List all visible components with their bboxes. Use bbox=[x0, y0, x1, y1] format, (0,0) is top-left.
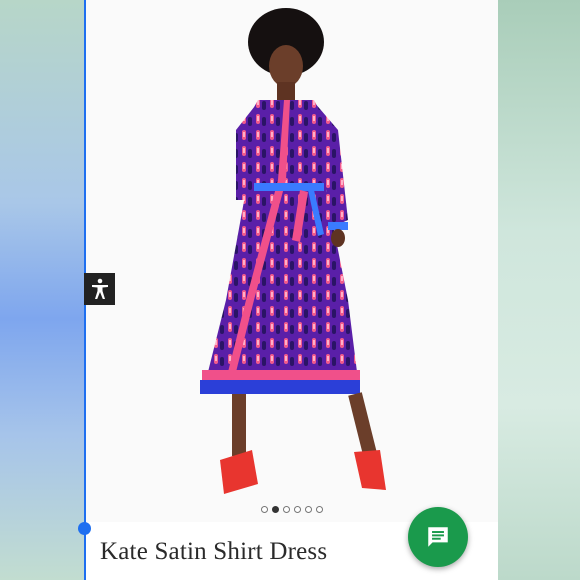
chat-button[interactable] bbox=[408, 507, 468, 567]
carousel-dot-active[interactable] bbox=[272, 506, 279, 513]
accessibility-icon bbox=[91, 278, 108, 299]
background-right bbox=[498, 0, 580, 580]
carousel-dot[interactable] bbox=[294, 506, 301, 513]
carousel-dot[interactable] bbox=[261, 506, 268, 513]
background-left bbox=[0, 0, 84, 580]
scroll-handle[interactable] bbox=[78, 522, 91, 535]
chat-icon bbox=[428, 527, 448, 547]
accessibility-button[interactable] bbox=[84, 273, 115, 305]
carousel-dot[interactable] bbox=[316, 506, 323, 513]
carousel-dot[interactable] bbox=[283, 506, 290, 513]
product-card: Kate Satin Shirt Dress bbox=[84, 0, 498, 580]
carousel-dot[interactable] bbox=[305, 506, 312, 513]
product-title: Kate Satin Shirt Dress bbox=[100, 538, 328, 565]
product-image[interactable] bbox=[86, 0, 498, 522]
dress-illustration bbox=[200, 8, 386, 494]
